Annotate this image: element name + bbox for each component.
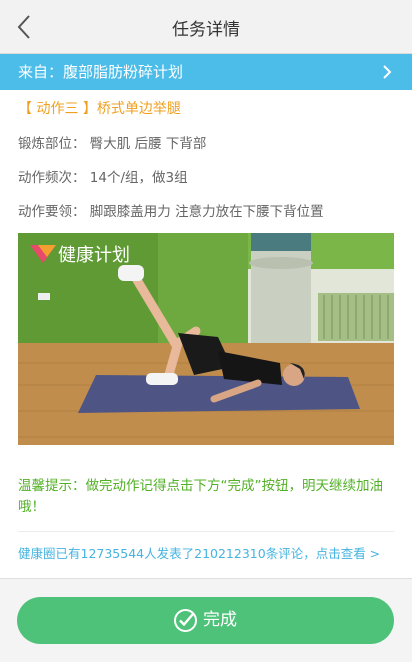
frequency-text: 动作频次： 14个/组，做3组	[18, 170, 188, 186]
video-watermark: 健康计划	[58, 245, 130, 266]
community-comments-link[interactable]: 健康圈已有12735544人发表了210212310条评论，点击查看 >	[18, 543, 380, 562]
divider	[18, 531, 394, 532]
chevron-right-icon	[383, 65, 392, 79]
page-title: 任务详情	[172, 20, 240, 40]
complete-button-label: 完成	[203, 610, 237, 630]
complete-button[interactable]: 完成	[17, 597, 394, 644]
source-plan-label: 来自：腹部脂肪粉碎计划	[18, 63, 184, 81]
key-points-text: 动作要领： 脚跟膝盖用力 注意力放在下腰下背位置	[18, 204, 324, 220]
check-circle-icon	[174, 609, 197, 632]
exercise-video[interactable]: 健康计划	[18, 233, 394, 445]
exercise-title: 【 动作三 】桥式单边举腿	[18, 101, 181, 117]
exercise-illustration: 健康计划	[18, 233, 394, 445]
body-part-text: 锻炼部位： 臀大肌 后腰 下背部	[18, 136, 207, 152]
top-bar: 任务详情	[0, 0, 412, 54]
reminder-tip: 温馨提示：做完动作记得点击下方“完成”按钮，明天继续加油哦！	[18, 478, 383, 515]
source-plan-link[interactable]: 来自：腹部脂肪粉碎计划	[0, 54, 412, 90]
